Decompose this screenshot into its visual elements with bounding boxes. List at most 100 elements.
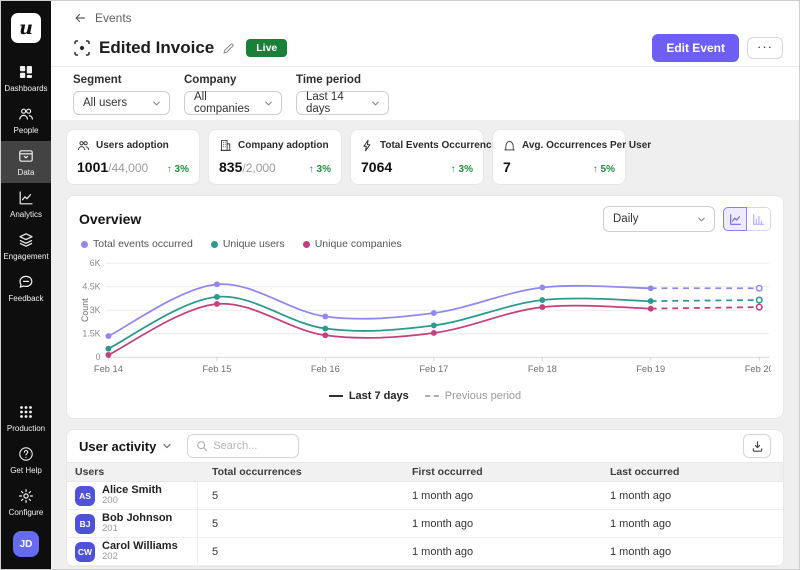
user-activity-title: User activity [79,439,156,454]
page-title: Edited Invoice [99,38,214,58]
app-window: u Dashboards People Data Analytics Engag… [0,0,800,570]
interval-select-value: Daily [613,213,639,225]
overview-title: Overview [79,211,141,227]
live-status-badge: Live [246,39,287,57]
sidebar-item-configure[interactable]: Configure [1,481,51,523]
svg-text:Feb 15: Feb 15 [202,364,231,374]
engagement-icon [18,232,34,248]
column-header-users: Users [67,466,198,478]
more-options-button[interactable]: ··· [747,37,783,59]
stat-card-users-adoption: Users adoption 1001 /44,000 ↑ 3% [66,129,200,185]
overview-line-chart: 01.5K3K4.5K6KFeb 14Feb 15Feb 16Feb 17Feb… [79,254,771,388]
stat-value: 7064 [361,159,392,175]
back-arrow-icon [73,11,87,25]
sidebar-item-label: Engagement [3,252,48,261]
company-filter: Company All companies [184,74,282,120]
svg-text:4.5K: 4.5K [82,282,100,292]
stat-total: /44,000 [108,161,148,175]
legend-unique-users[interactable]: Unique users [211,238,285,250]
sidebar-item-data[interactable]: Data [1,141,51,183]
sidebar-item-label: Production [7,424,45,433]
feedback-icon [18,274,34,290]
solid-legend-label: Last 7 days [349,390,409,402]
chart-type-toggle [723,207,771,231]
time-period-select[interactable]: Last 14 days [296,91,389,115]
sidebar-item-engagement[interactable]: Engagement [1,225,51,267]
chevron-down-icon [696,214,707,225]
search-box [187,434,299,458]
avatar: AS [75,486,95,506]
download-button[interactable] [743,434,771,458]
sidebar-item-get-help[interactable]: Get Help [1,439,51,481]
sidebar-item-label: Analytics [10,210,42,219]
cell-first-occurred: 1 month ago [398,546,596,558]
stat-card-company-adoption: Company adoption 835 /2,000 ↑ 3% [208,129,342,185]
sidebar-item-production[interactable]: Production [1,397,51,439]
sidebar-item-feedback[interactable]: Feedback [1,267,51,309]
svg-text:Feb 20: Feb 20 [745,364,771,374]
sidebar-item-dashboards[interactable]: Dashboards [1,57,51,99]
solid-line-swatch [329,395,343,397]
edit-title-pencil-icon[interactable] [222,42,235,55]
chart-legend: Total events occurred Unique users Uniqu… [81,236,771,252]
svg-text:Feb 17: Feb 17 [419,364,448,374]
interval-select[interactable]: Daily [603,206,715,232]
user-id: 200 [102,496,162,507]
table-row[interactable]: BJ Bob Johnson 201 5 1 month ago 1 month… [67,510,783,538]
distribution-curve-icon [503,139,516,152]
bar-chart-toggle-button[interactable] [747,207,771,231]
svg-text:Feb 18: Feb 18 [528,364,557,374]
stat-value: 1001 [77,159,108,175]
user-avatar[interactable]: JD [13,531,39,557]
company-select[interactable]: All companies [184,91,282,115]
table-row[interactable]: AS Alice Smith 200 5 1 month ago 1 month… [67,482,783,510]
legend-unique-companies[interactable]: Unique companies [303,238,402,250]
title-row: Edited Invoice Live Edit Event ··· [73,33,783,63]
cell-last-occurred: 1 month ago [596,490,783,502]
svg-text:3K: 3K [90,305,101,315]
event-target-icon [73,39,91,57]
users-icon [77,139,90,152]
stats-row: Users adoption 1001 /44,000 ↑ 3% Company… [66,129,784,185]
chevron-down-icon [370,98,381,109]
stat-value: 835 [219,159,242,175]
table-row[interactable]: CW Carol Williams 202 5 1 month ago 1 mo… [67,538,783,566]
sidebar-item-analytics[interactable]: Analytics [1,183,51,225]
sidebar-item-people[interactable]: People [1,99,51,141]
data-icon [18,148,34,164]
column-header-total-occurrences: Total occurrences [198,466,398,478]
legend-label: Unique companies [315,238,402,250]
breadcrumb[interactable]: Events [73,10,783,26]
company-select-value: All companies [194,91,257,115]
overview-card: Overview Daily [66,195,784,419]
content-area: Users adoption 1001 /44,000 ↑ 3% Company… [51,120,799,569]
svg-text:6K: 6K [90,258,101,268]
chevron-down-icon [161,440,173,452]
svg-text:Count: Count [80,298,90,322]
edit-event-button[interactable]: Edit Event [652,34,739,62]
legend-dot [211,241,218,248]
sidebar-item-label: Configure [9,508,44,517]
search-input[interactable] [213,440,291,452]
stat-total: /2,000 [242,161,275,175]
page-header: Events Edited Invoice Live Edit Event ··… [51,1,799,66]
segment-filter-label: Segment [73,74,170,86]
table-header: Users Total occurrences First occurred L… [67,462,783,482]
userpilot-logo[interactable]: u [11,13,41,43]
chevron-down-icon [151,98,162,109]
legend-total-events[interactable]: Total events occurred [81,238,193,250]
user-activity-dropdown[interactable]: User activity [79,439,173,454]
avatar: BJ [75,514,95,534]
cell-last-occurred: 1 month ago [596,518,783,530]
user-id: 201 [102,524,172,535]
line-chart-toggle-button[interactable] [723,207,747,231]
cell-total-occurrences: 5 [198,490,398,502]
configure-icon [18,488,34,504]
stat-label: Company adoption [238,140,329,151]
svg-text:0: 0 [96,352,101,362]
sidebar-footer: Production Get Help Configure JD [1,397,51,569]
stat-delta-badge: ↑ 5% [593,164,615,175]
segment-select[interactable]: All users [73,91,170,115]
legend-dot [81,241,88,248]
svg-text:1.5K: 1.5K [82,329,100,339]
